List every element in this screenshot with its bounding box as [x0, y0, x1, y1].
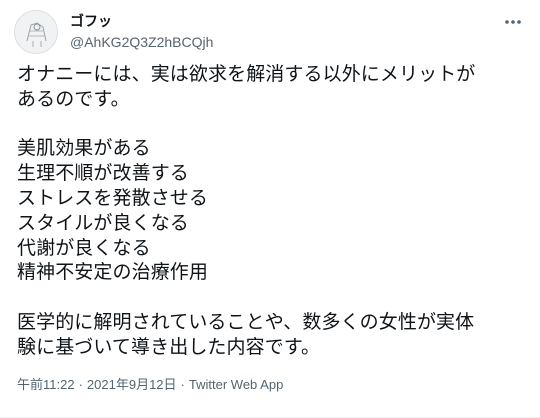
outro-line-2: 験に基づいて導き出した内容です。 [17, 335, 321, 358]
avatar-sketch-icon [15, 11, 57, 53]
benefit-item: 代謝が良くなる [17, 236, 151, 259]
benefit-item: 生理不順が改善する [17, 162, 189, 185]
intro-line-1: オナニーには、実は欲求を解消する以外にメリットが [17, 63, 476, 85]
tweet-header: ゴフッ @AhKG2Q3Z2hBCQjh [14, 10, 526, 56]
user-names: ゴフッ @AhKG2Q3Z2hBCQjh [70, 14, 213, 51]
outro-line-1: 医学的に解明されていることや、数多くの女性が実体 [17, 310, 475, 333]
tweet-time: 午前11:22 [17, 377, 75, 392]
benefit-item: スタイルが良くなる [17, 211, 189, 234]
more-horizontal-icon [505, 20, 521, 24]
display-name[interactable]: ゴフッ [70, 14, 213, 31]
tweet-time-link[interactable]: 午前11:22 · 2021年9月12日 [17, 377, 177, 392]
more-button[interactable] [502, 14, 524, 30]
avatar[interactable] [14, 10, 58, 54]
tweet-date: 2021年9月12日 [86, 377, 177, 392]
user-handle[interactable]: @AhKG2Q3Z2hBCQjh [70, 33, 213, 51]
benefit-item: ストレスを発散させる [17, 186, 209, 209]
tweet-card: ゴフッ @AhKG2Q3Z2hBCQjh オナニーには、実は欲求を解消する以外に… [0, 0, 540, 418]
tweet-source-link[interactable]: Twitter Web App [189, 377, 283, 392]
meta-separator: · [78, 377, 83, 392]
benefit-item: 美肌効果がある [17, 137, 151, 160]
meta-separator: · [180, 377, 185, 392]
benefit-item: 精神不安定の治療作用 [17, 261, 209, 284]
tweet-text: オナニーには、実は欲求を解消する以外にメリットが あるのです。 美肌効果がある … [17, 62, 526, 360]
tweet-meta: 午前11:22 · 2021年9月12日 · Twitter Web App [17, 377, 283, 393]
intro-line-2: あるのです。 [17, 87, 130, 110]
